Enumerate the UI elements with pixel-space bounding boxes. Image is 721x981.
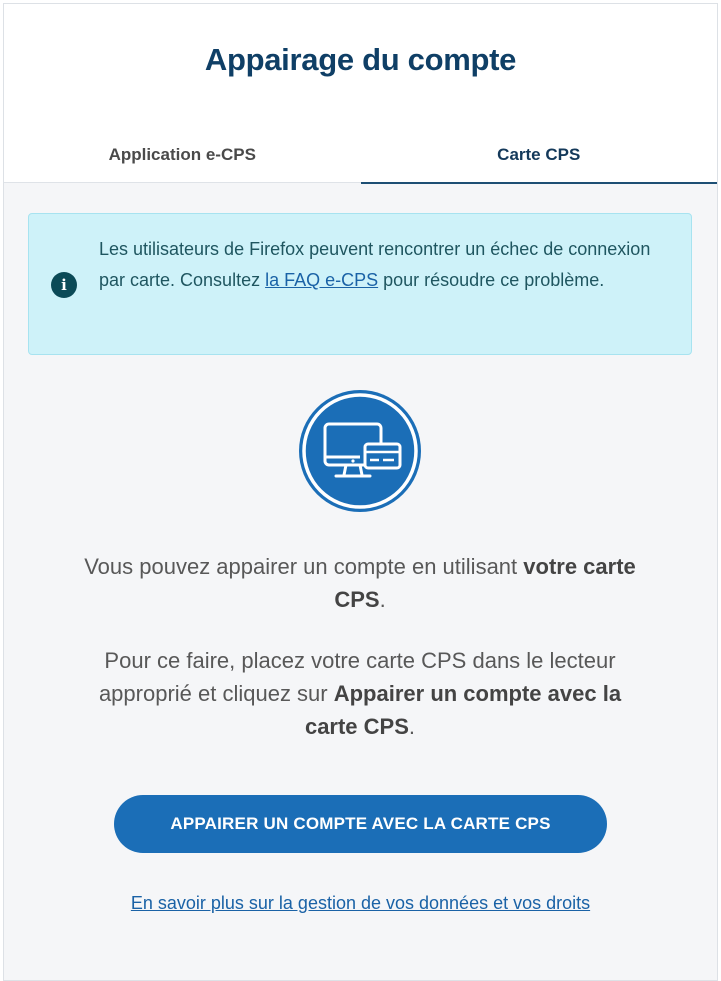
data-rights-link[interactable]: En savoir plus sur la gestion de vos don…	[4, 893, 717, 914]
intro-paragraph: Vous pouvez appairer un compte en utilis…	[84, 554, 636, 612]
tab-application-ecps[interactable]: Application e-CPS	[4, 126, 361, 183]
faq-ecps-link[interactable]: la FAQ e-CPS	[265, 270, 378, 290]
firefox-alert: i Les utilisateurs de Firefox peuvent re…	[28, 213, 692, 355]
instruction-paragraph: Pour ce faire, placez votre carte CPS da…	[98, 648, 622, 739]
info-icon: i	[51, 272, 77, 298]
alert-text: Les utilisateurs de Firefox peuvent renc…	[99, 239, 651, 290]
computer-card-icon	[298, 389, 422, 513]
card-header: Appairage du compte Application e-CPS Ca…	[4, 4, 718, 184]
pair-account-button[interactable]: APPAIRER UN COMPTE AVEC LA CARTE CPS	[114, 795, 607, 853]
pairing-card: Appairage du compte Application e-CPS Ca…	[3, 3, 718, 981]
page-title: Appairage du compte	[204, 42, 517, 77]
tab-carte-cps[interactable]: Carte CPS	[360, 126, 718, 184]
tab-content: i Les utilisateurs de Firefox peuvent re…	[4, 183, 717, 980]
tab-bar: Application e-CPS Carte CPS	[4, 126, 718, 184]
